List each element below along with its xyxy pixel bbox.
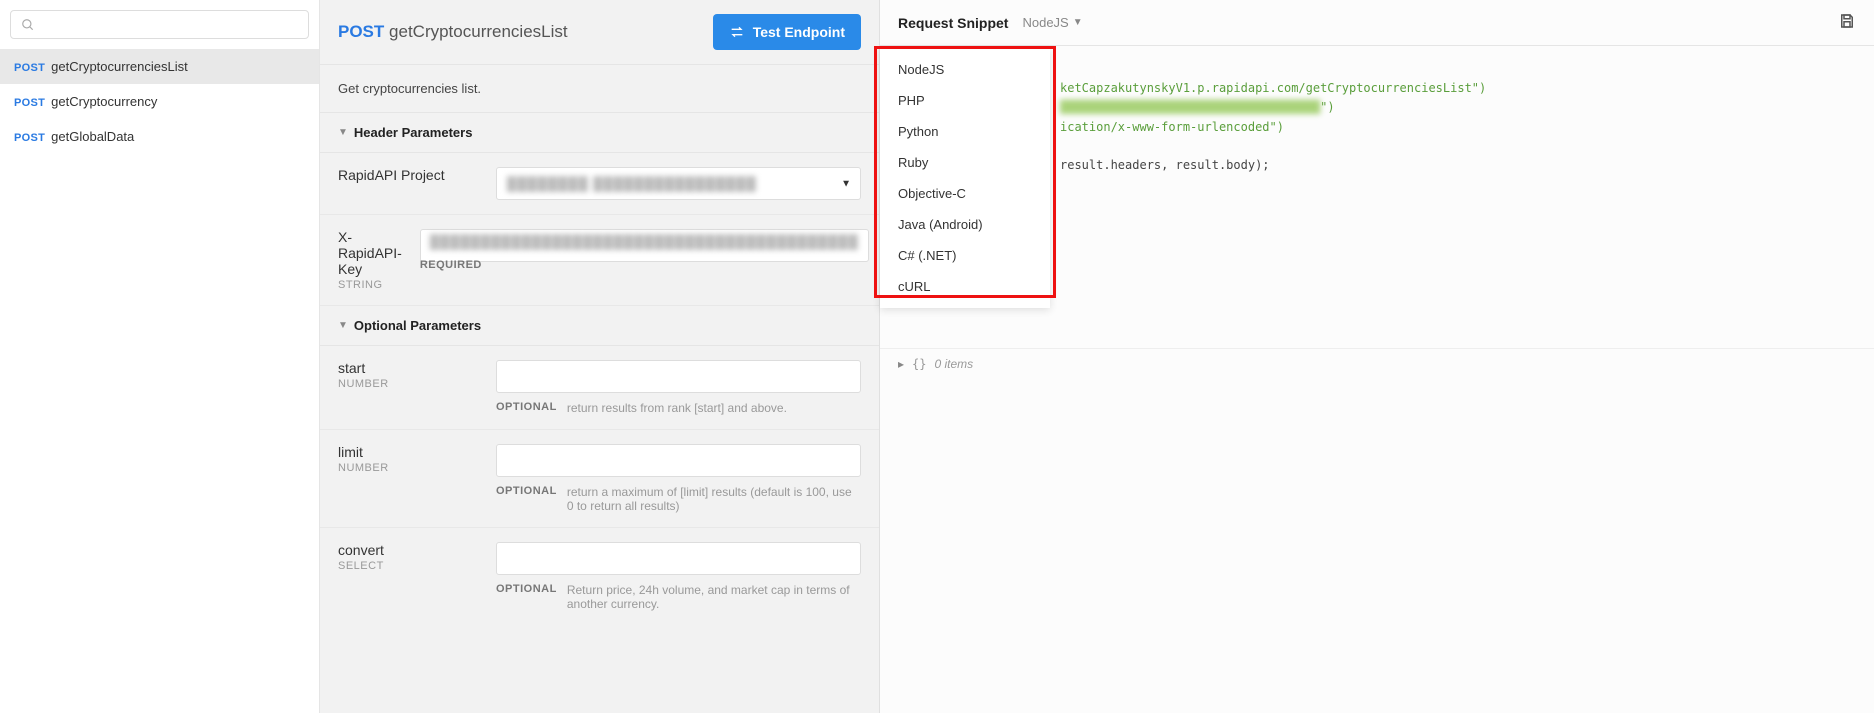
param-row-api-key: X-RapidAPI-Key STRING ██████████████████… xyxy=(320,215,879,306)
lang-nodejs[interactable]: NodeJS xyxy=(880,54,1050,85)
param-flag: OPTIONAL xyxy=(496,401,557,415)
snippet-header: Request Snippet NodeJS ▼ xyxy=(880,0,1874,46)
param-label: limit xyxy=(338,444,478,460)
param-flag: OPTIONAL xyxy=(496,485,557,513)
search-icon xyxy=(21,18,35,32)
test-endpoint-button[interactable]: Test Endpoint xyxy=(713,14,861,50)
chevron-down-icon: ▼ xyxy=(338,320,348,331)
endpoints-sidebar: POST getCryptocurrenciesList POST getCrypt… xyxy=(0,0,320,713)
lang-objc[interactable]: Objective-C xyxy=(880,178,1050,209)
endpoint-description: Get cryptocurrencies list. xyxy=(320,64,879,113)
rapidapi-project-select[interactable]: ████████ ████████████████ xyxy=(496,167,861,200)
method-badge: POST xyxy=(14,132,45,144)
chevron-down-icon: ▼ xyxy=(338,127,348,138)
method-label: POST xyxy=(338,22,384,41)
param-flag: OPTIONAL xyxy=(496,583,557,611)
language-dropdown: NodeJS PHP Python Ruby Objective-C Java … xyxy=(880,48,1050,308)
response-summary[interactable]: ▸ {} 0 items xyxy=(880,348,1874,379)
param-type: NUMBER xyxy=(338,462,478,474)
test-button-label: Test Endpoint xyxy=(753,24,845,40)
response-items-count: 0 items xyxy=(934,357,973,371)
method-badge: POST xyxy=(14,62,45,74)
braces-icon: {} xyxy=(912,357,926,371)
param-type: STRING xyxy=(338,279,402,291)
snippet-title: Request Snippet xyxy=(898,15,1008,31)
chevron-down-icon: ▼ xyxy=(1073,17,1083,28)
param-row-rapidapi-project: RapidAPI Project ████████ ██████████████… xyxy=(320,153,879,215)
sidebar-item-getCryptocurrenciesList[interactable]: POST getCryptocurrenciesList xyxy=(0,49,319,84)
language-select[interactable]: NodeJS ▼ xyxy=(1022,15,1082,30)
param-label: start xyxy=(338,360,478,376)
section-header-params[interactable]: ▼ Header Parameters xyxy=(320,113,879,153)
param-desc: return results from rank [start] and abo… xyxy=(567,401,861,415)
endpoint-label: getCryptocurrency xyxy=(51,94,157,109)
param-row-limit: limit NUMBER OPTIONAL return a maximum o… xyxy=(320,430,879,528)
param-label: convert xyxy=(338,542,478,558)
method-badge: POST xyxy=(14,97,45,109)
lang-curl[interactable]: cURL xyxy=(880,271,1050,302)
lang-php[interactable]: PHP xyxy=(880,85,1050,116)
search-input[interactable] xyxy=(41,17,298,32)
start-input[interactable] xyxy=(496,360,861,393)
endpoint-title: POST getCryptocurrenciesList xyxy=(338,22,568,42)
param-type: SELECT xyxy=(338,560,478,572)
endpoint-name: getCryptocurrenciesList xyxy=(389,22,568,41)
param-row-convert: convert SELECT OPTIONAL Return price, 24… xyxy=(320,528,879,625)
swap-icon xyxy=(729,24,745,40)
params-panel: POST getCryptocurrenciesList Test Endpoi… xyxy=(320,0,880,713)
param-row-start: start NUMBER OPTIONAL return results fro… xyxy=(320,346,879,430)
param-label: X-RapidAPI-Key xyxy=(338,229,402,277)
param-flag: REQUIRED xyxy=(420,259,482,271)
params-header: POST getCryptocurrenciesList Test Endpoi… xyxy=(320,0,879,64)
section-optional-params[interactable]: ▼ Optional Parameters xyxy=(320,306,879,346)
snippet-panel: Request Snippet NodeJS ▼ NodeJS PHP Pyth… xyxy=(880,0,1874,713)
limit-input[interactable] xyxy=(496,444,861,477)
sidebar-item-getCryptocurrency[interactable]: POST getCryptocurrency xyxy=(0,84,319,119)
caret-right-icon: ▸ xyxy=(898,357,904,371)
param-type: NUMBER xyxy=(338,378,478,390)
lang-ruby[interactable]: Ruby xyxy=(880,147,1050,178)
lang-java[interactable]: Java (Android) xyxy=(880,209,1050,240)
lang-python[interactable]: Python xyxy=(880,116,1050,147)
search-box[interactable] xyxy=(10,10,309,39)
convert-select[interactable] xyxy=(496,542,861,575)
param-label: RapidAPI Project xyxy=(338,167,478,183)
param-desc: return a maximum of [limit] results (def… xyxy=(567,485,861,513)
endpoint-list: POST getCryptocurrenciesList POST getCrypt… xyxy=(0,49,319,713)
lang-csharp[interactable]: C# (.NET) xyxy=(880,240,1050,271)
endpoint-label: getGlobalData xyxy=(51,129,134,144)
endpoint-label: getCryptocurrenciesList xyxy=(51,59,188,74)
sidebar-item-getGlobalData[interactable]: POST getGlobalData xyxy=(0,119,319,154)
save-icon xyxy=(1838,12,1856,30)
param-desc: Return price, 24h volume, and market cap… xyxy=(567,583,861,611)
copy-save-button[interactable] xyxy=(1838,12,1856,33)
